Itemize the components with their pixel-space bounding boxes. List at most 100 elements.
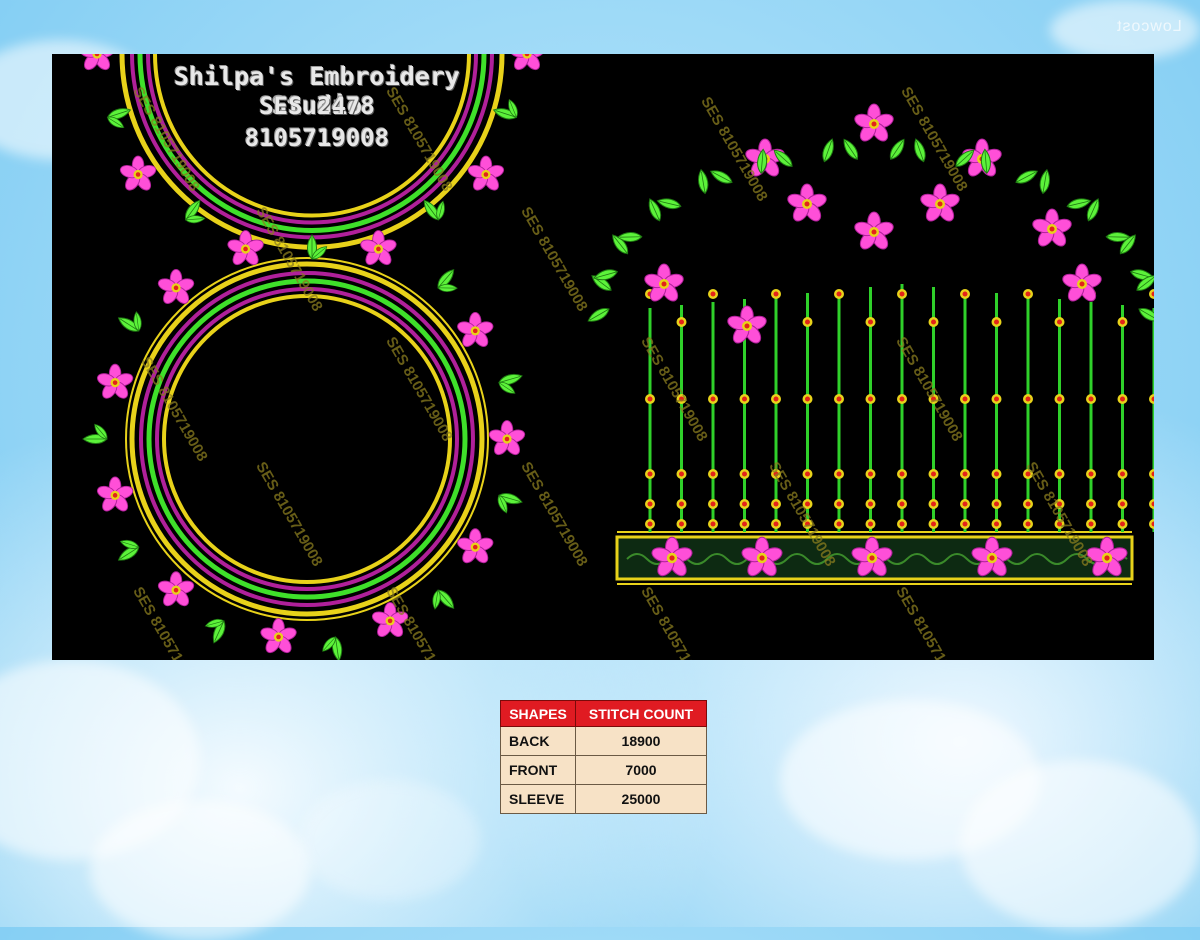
flower-motif — [1060, 263, 1104, 305]
shape-cell: SLEEVE — [500, 784, 576, 814]
bud-motif — [708, 394, 718, 404]
table-row: BACK 18900 — [500, 726, 707, 756]
bud-motif — [708, 519, 718, 529]
bud-motif — [960, 469, 970, 479]
bud-motif — [739, 519, 750, 529]
flower-motif — [852, 103, 896, 145]
bud-motif — [645, 394, 655, 404]
bud-motif — [1023, 394, 1033, 404]
stitch-count-cell: 25000 — [575, 784, 707, 814]
flower-motif — [77, 54, 117, 73]
bud-motif — [771, 519, 781, 529]
bud-motif — [1117, 499, 1128, 509]
leaf-motif — [819, 137, 837, 164]
bud-motif — [1086, 469, 1096, 479]
bud-motif — [739, 394, 750, 404]
leaf-motif — [585, 304, 612, 326]
leaf-motif — [1013, 166, 1040, 187]
bud-motif — [676, 469, 687, 479]
bud-motif — [897, 394, 907, 404]
bud-motif — [865, 394, 876, 404]
bud-motif — [771, 394, 781, 404]
table-row: SLEEVE 25000 — [500, 784, 707, 814]
bud-motif — [1054, 394, 1065, 404]
bud-motif — [708, 289, 718, 299]
bud-motif — [865, 469, 876, 479]
bud-motif — [834, 289, 844, 299]
site-watermark: Lowcost — [1116, 18, 1182, 35]
leaf-motif — [839, 136, 862, 163]
leaf-motif — [1065, 195, 1093, 212]
bud-motif — [865, 519, 876, 529]
stitch-count-cell: 7000 — [575, 755, 707, 785]
bud-motif — [834, 519, 844, 529]
bud-motif — [739, 499, 750, 509]
bud-motif — [834, 499, 844, 509]
flower-motif — [258, 617, 299, 656]
bud-motif — [960, 394, 970, 404]
bud-motif — [1149, 499, 1154, 509]
bud-motif — [991, 469, 1002, 479]
bud-motif — [1149, 394, 1154, 404]
flower-motif — [852, 211, 896, 253]
flower-motif — [785, 183, 829, 225]
bud-motif — [1149, 469, 1154, 479]
bud-motif — [928, 317, 939, 327]
bud-motif — [771, 289, 781, 299]
bud-motif — [991, 394, 1002, 404]
bud-motif — [928, 469, 939, 479]
flower-motif — [487, 420, 527, 458]
flower-motif — [1030, 208, 1074, 250]
bud-motif — [802, 469, 813, 479]
bud-motif — [1086, 519, 1096, 529]
stitch-count-cell: 18900 — [575, 726, 707, 756]
phone-number: 8105719008 — [244, 124, 390, 152]
leaf-motif — [655, 195, 683, 212]
stitch-count-table: SHAPES STITCH COUNT BACK 18900 FRONT 700… — [500, 700, 707, 814]
bud-motif — [897, 499, 907, 509]
bud-motif — [865, 499, 876, 509]
flower-motif — [358, 229, 399, 268]
bud-motif — [960, 519, 970, 529]
bud-motif — [771, 499, 781, 509]
bud-motif — [676, 499, 687, 509]
bud-motif — [1086, 499, 1096, 509]
bud-motif — [928, 499, 939, 509]
flower-motif — [95, 363, 135, 402]
bud-motif — [708, 499, 718, 509]
bud-motif — [676, 317, 687, 327]
bud-motif — [1149, 519, 1154, 529]
bud-motif — [1117, 317, 1128, 327]
flower-motif — [507, 54, 547, 73]
bud-motif — [645, 499, 655, 509]
bud-motif — [834, 394, 844, 404]
bud-motif — [897, 519, 907, 529]
bud-motif — [645, 469, 655, 479]
bud-motif — [1023, 519, 1033, 529]
bud-motif — [960, 499, 970, 509]
bud-motif — [960, 289, 970, 299]
leaf-motif — [1037, 168, 1052, 195]
bud-motif — [1023, 499, 1033, 509]
leaf-motif — [1136, 304, 1154, 326]
flower-motif — [95, 476, 135, 515]
bud-motif — [1054, 317, 1065, 327]
bud-motif — [1149, 289, 1154, 299]
bud-motif — [1086, 394, 1096, 404]
bud-motif — [928, 519, 939, 529]
shape-cell: FRONT — [500, 755, 576, 785]
flower-motif — [725, 305, 769, 347]
bud-motif — [897, 469, 907, 479]
column-header-stitch-count: STITCH COUNT — [575, 700, 707, 727]
bud-motif — [1023, 289, 1033, 299]
embroidery-design-panel: Shilpa's Embroidery Studio SES 2478 8105… — [52, 54, 1154, 660]
bud-motif — [897, 289, 907, 299]
bud-motif — [991, 519, 1002, 529]
table-row: FRONT 7000 — [500, 755, 707, 785]
bud-motif — [1117, 469, 1128, 479]
table-header-row: SHAPES STITCH COUNT — [500, 700, 707, 727]
bud-motif — [991, 499, 1002, 509]
bud-motif — [991, 317, 1002, 327]
leaf-motif — [696, 168, 711, 195]
bud-motif — [1117, 519, 1128, 529]
